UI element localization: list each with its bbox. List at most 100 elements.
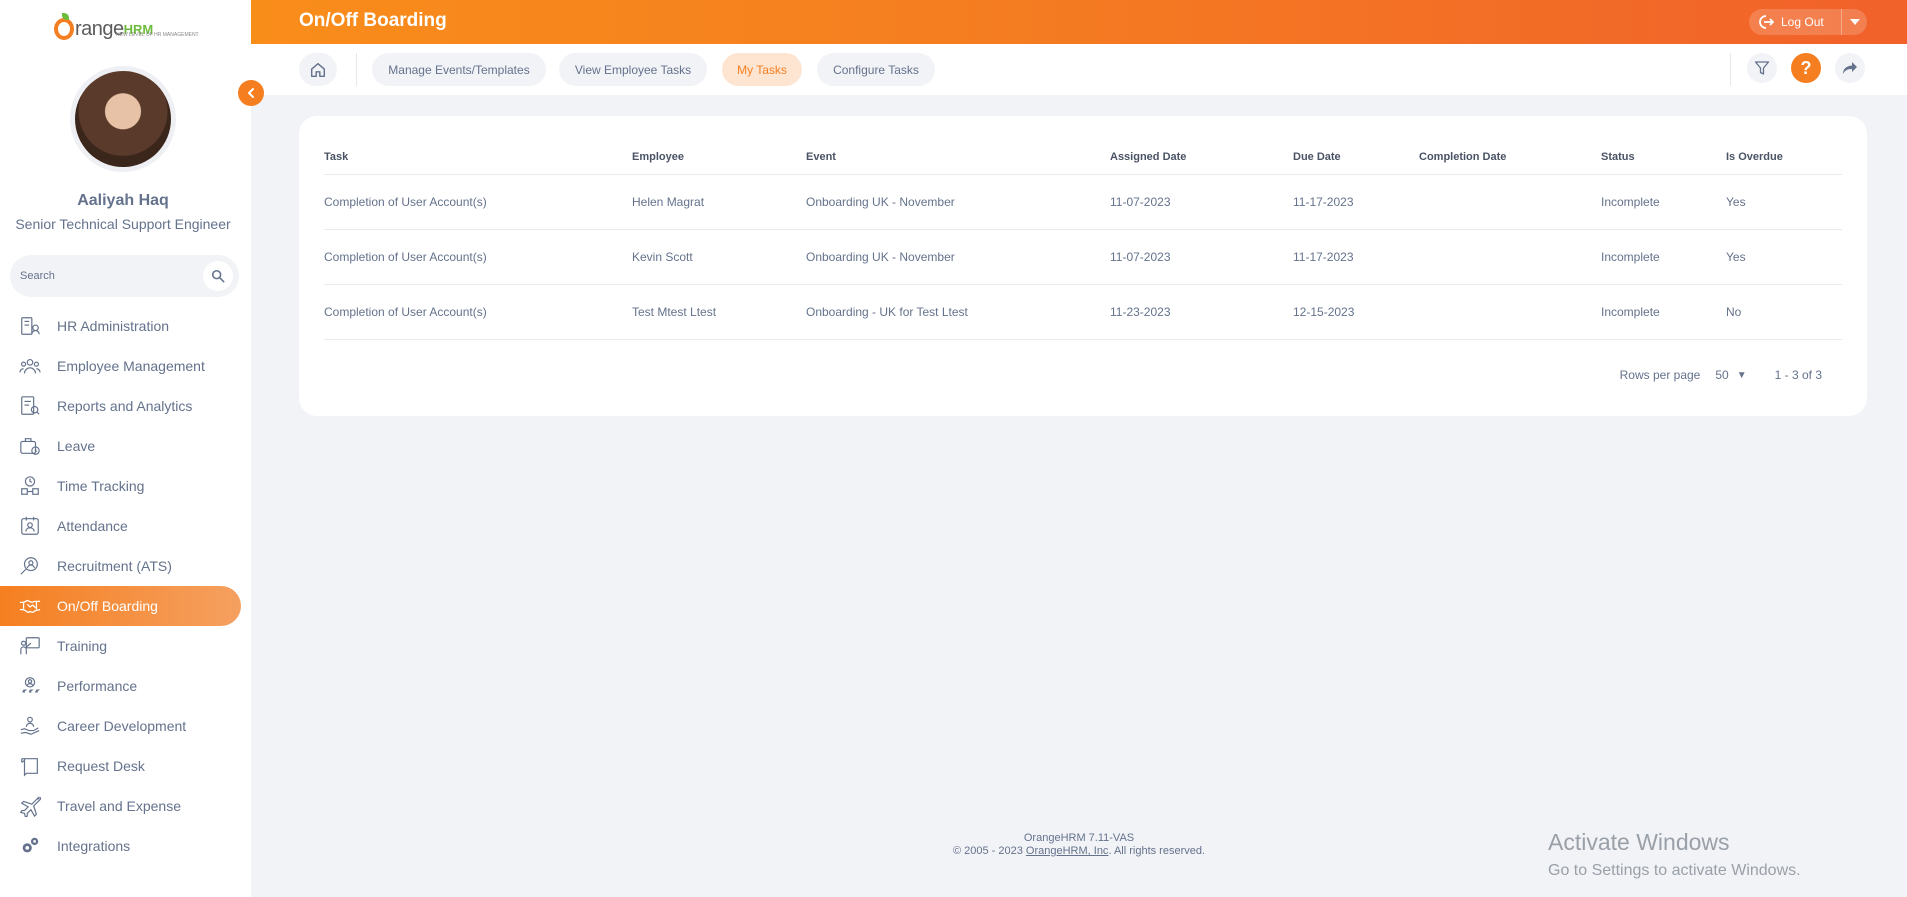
sidebar-item-attendance[interactable]: Attendance bbox=[0, 506, 251, 546]
sidebar-item-employee-management[interactable]: Employee Management bbox=[0, 346, 251, 386]
avatar[interactable] bbox=[75, 71, 171, 167]
cell-task: Completion of User Account(s) bbox=[324, 229, 632, 285]
sidebar-item-time-tracking[interactable]: Time Tracking bbox=[0, 466, 251, 506]
airplane-icon bbox=[18, 794, 42, 818]
logo-tagline: NEW LEVEL OF HR MANAGEMENT bbox=[116, 32, 199, 38]
user-name: Aaliyah Haq bbox=[77, 192, 169, 209]
cell-completion-date bbox=[1419, 174, 1601, 230]
sidebar-item-label: Travel and Expense bbox=[57, 798, 181, 814]
user-title: Senior Technical Support Engineer bbox=[15, 216, 231, 232]
orange-logo-icon bbox=[54, 13, 74, 40]
tab-my-tasks[interactable]: My Tasks bbox=[722, 53, 802, 86]
cell-status: Incomplete bbox=[1601, 229, 1726, 285]
sidebar-item-request-desk[interactable]: Request Desk bbox=[0, 746, 251, 786]
gears-icon bbox=[18, 834, 42, 858]
logout-icon bbox=[1759, 15, 1775, 29]
search-input[interactable] bbox=[10, 270, 190, 282]
sidebar-item-performance[interactable]: Performance bbox=[0, 666, 251, 706]
cell-due-date: 11-17-2023 bbox=[1293, 174, 1419, 230]
column-header-status[interactable]: Status bbox=[1601, 140, 1726, 175]
sidebar-item-travel-and-expense[interactable]: Travel and Expense bbox=[0, 786, 251, 826]
cell-assigned-date: 11-23-2023 bbox=[1110, 284, 1293, 340]
cell-employee: Test Mtest Ltest bbox=[632, 284, 806, 340]
performance-icon bbox=[18, 674, 42, 698]
table-row[interactable]: Completion of User Account(s) Test Mtest… bbox=[324, 284, 1842, 340]
cell-event: Onboarding UK - November bbox=[806, 229, 1110, 285]
sidebar-item-label: Performance bbox=[57, 678, 138, 694]
tasks-card: Task Employee Event Assigned Date Due Da… bbox=[299, 116, 1867, 416]
avatar-frame bbox=[70, 66, 176, 172]
cell-due-date: 12-15-2023 bbox=[1293, 284, 1419, 340]
handshake-icon bbox=[18, 594, 42, 618]
request-desk-icon bbox=[18, 754, 42, 778]
cell-is-overdue: Yes bbox=[1726, 174, 1842, 230]
caret-down-icon: ▼ bbox=[1736, 369, 1747, 381]
column-header-employee[interactable]: Employee bbox=[632, 140, 806, 175]
sidebar-item-reports-and-analytics[interactable]: Reports and Analytics bbox=[0, 386, 251, 426]
filter-icon bbox=[1754, 61, 1770, 75]
column-header-is-overdue[interactable]: Is Overdue bbox=[1726, 140, 1842, 175]
cell-task: Completion of User Account(s) bbox=[324, 284, 632, 340]
home-button[interactable] bbox=[299, 53, 337, 86]
logout-dropdown-button[interactable] bbox=[1842, 19, 1867, 25]
cell-is-overdue: No bbox=[1726, 284, 1842, 340]
pagination-range: 1 - 3 of 3 bbox=[1774, 368, 1822, 382]
cell-due-date: 11-17-2023 bbox=[1293, 229, 1419, 285]
search-icon bbox=[211, 269, 225, 283]
divider bbox=[1730, 53, 1731, 86]
cell-event: Onboarding UK - November bbox=[806, 174, 1110, 230]
sidebar-item-label: Request Desk bbox=[57, 758, 145, 774]
cell-employee: Helen Magrat bbox=[632, 174, 806, 230]
column-header-assigned-date[interactable]: Assigned Date bbox=[1110, 140, 1293, 175]
sidebar-item-recruitment[interactable]: Recruitment (ATS) bbox=[0, 546, 251, 586]
sidebar-item-hr-administration[interactable]: HR Administration bbox=[0, 306, 251, 346]
watermark-subtitle: Go to Settings to activate Windows. bbox=[1548, 862, 1801, 879]
sidebar-item-label: Training bbox=[57, 638, 108, 654]
search-button[interactable] bbox=[203, 261, 233, 291]
pagination: Rows per page 50 ▼ 1 - 3 of 3 bbox=[1620, 368, 1822, 382]
time-tracking-icon bbox=[18, 474, 42, 498]
tab-view-employee-tasks[interactable]: View Employee Tasks bbox=[559, 53, 707, 86]
sidebar-item-leave[interactable]: Leave bbox=[0, 426, 251, 466]
sidebar-item-career-development[interactable]: Career Development bbox=[0, 706, 251, 746]
help-button[interactable]: ? bbox=[1791, 53, 1821, 83]
tab-manage-events-templates[interactable]: Manage Events/Templates bbox=[372, 53, 546, 86]
column-header-due-date[interactable]: Due Date bbox=[1293, 140, 1419, 175]
tab-configure-tasks[interactable]: Configure Tasks bbox=[817, 53, 935, 86]
hr-admin-icon bbox=[18, 314, 42, 338]
sidebar-item-label: Leave bbox=[57, 438, 96, 454]
rows-per-page-select[interactable]: 50 ▼ bbox=[1715, 368, 1746, 382]
table-row[interactable]: Completion of User Account(s) Kevin Scot… bbox=[324, 229, 1842, 285]
sidebar-item-training[interactable]: Training bbox=[0, 626, 251, 666]
copyright-suffix: . All rights reserved. bbox=[1108, 845, 1206, 857]
column-header-completion-date[interactable]: Completion Date bbox=[1419, 140, 1601, 175]
cell-assigned-date: 11-07-2023 bbox=[1110, 229, 1293, 285]
table-header-row: Task Employee Event Assigned Date Due Da… bbox=[324, 140, 1842, 175]
cell-completion-date bbox=[1419, 284, 1601, 340]
career-development-icon bbox=[18, 714, 42, 738]
sidebar-item-on-off-boarding[interactable]: On/Off Boarding bbox=[0, 586, 241, 626]
question-mark-icon: ? bbox=[1800, 57, 1812, 78]
recruitment-icon bbox=[18, 554, 42, 578]
top-bar: On/Off Boarding Log Out bbox=[251, 0, 1907, 44]
collapse-sidebar-button[interactable] bbox=[238, 80, 264, 106]
copyright-prefix: © 2005 - 2023 bbox=[952, 845, 1026, 857]
home-icon bbox=[310, 62, 326, 77]
column-header-task[interactable]: Task bbox=[324, 140, 632, 175]
orangehrm-logo[interactable]: range HRM NEW LEVEL OF HR MANAGEMENT bbox=[54, 6, 199, 40]
watermark-title: Activate Windows bbox=[1548, 829, 1730, 855]
sidebar-item-integrations[interactable]: Integrations bbox=[0, 826, 251, 866]
filter-button[interactable] bbox=[1747, 53, 1777, 83]
share-button[interactable] bbox=[1835, 53, 1865, 83]
cell-is-overdue: Yes bbox=[1726, 229, 1842, 285]
company-link[interactable]: OrangeHRM, Inc bbox=[1026, 845, 1109, 857]
sidebar-item-label: Career Development bbox=[57, 718, 187, 734]
sidebar-nav: HR Administration Employee Management Re… bbox=[0, 306, 251, 866]
table-row[interactable]: Completion of User Account(s) Helen Magr… bbox=[324, 174, 1842, 230]
tab-bar: Manage Events/Templates View Employee Ta… bbox=[251, 44, 1907, 95]
windows-activation-watermark: Activate Windows Go to Settings to activ… bbox=[1548, 829, 1801, 880]
leave-icon bbox=[18, 434, 42, 458]
logout-button[interactable]: Log Out bbox=[1749, 14, 1841, 30]
cell-employee: Kevin Scott bbox=[632, 229, 806, 285]
column-header-event[interactable]: Event bbox=[806, 140, 1110, 175]
